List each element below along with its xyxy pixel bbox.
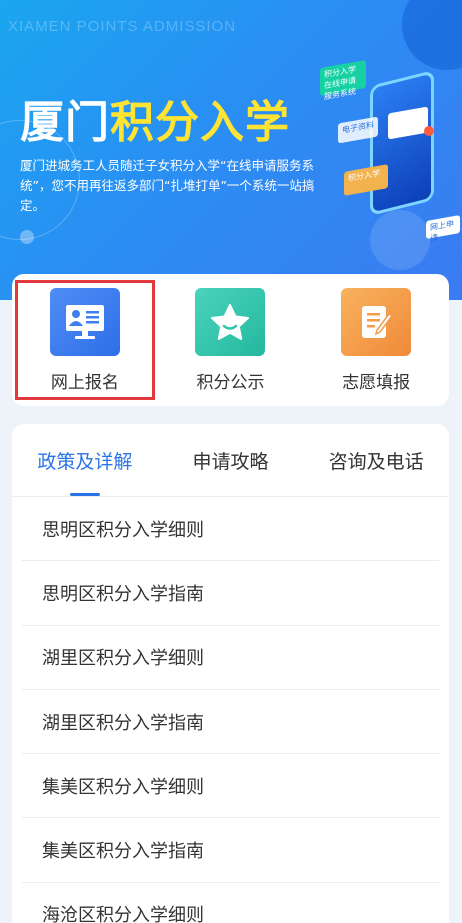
list-item[interactable]: 湖里区积分入学细则 [22,626,439,690]
quick-actions: 网上报名 积分公示 志愿填报 [12,274,449,406]
hero-description: 厦门进城务工人员随迁子女积分入学“在线申请服务系统”，您不用再往返多部门“扎堆打… [20,158,315,213]
title-part-city: 厦门 [20,97,110,148]
phone-illustration: 积分入学在线申请服务系统 电子资料 积分入学 网上申请 [310,50,460,243]
tab-policy[interactable]: 政策及详解 [12,424,158,496]
illustration-card: 积分入学在线申请服务系统 [320,59,366,101]
policy-list: 思明区积分入学细则 思明区积分入学指南 湖里区积分入学细则 湖里区积分入学指南 … [12,497,449,923]
illustration-card: 网上申请 [426,215,460,243]
tab-contact[interactable]: 咨询及电话 [303,424,449,496]
points-publicity-button[interactable]: 积分公示 [165,285,295,395]
list-item[interactable]: 海沧区积分入学细则 [22,883,439,923]
online-registration-button[interactable]: 网上报名 [14,280,155,400]
list-item[interactable]: 思明区积分入学细则 [22,497,439,562]
policy-panel: 政策及详解 申请攻略 咨询及电话 思明区积分入学细则 思明区积分入学指南 湖里区… [12,424,449,923]
volunteer-fill-label: 志愿填报 [342,372,411,393]
points-publicity-label: 积分公示 [196,372,265,393]
volunteer-fill-button[interactable]: 志愿填报 [311,285,441,395]
decor-dot [20,230,34,244]
tab-bar: 政策及详解 申请攻略 咨询及电话 [12,424,449,497]
title-part-highlight: 积分入学 [110,97,290,148]
phone-graphic [370,70,434,216]
star-icon [195,287,266,356]
page-title: 厦门积分入学 [20,86,290,150]
tab-guide[interactable]: 申请攻略 [158,424,304,496]
notification-dot [424,126,434,136]
form-edit-icon [341,287,412,356]
hero-tag: XIAMEN POINTS ADMISSION [8,18,237,35]
online-registration-label: 网上报名 [50,372,119,393]
list-item[interactable]: 湖里区积分入学指南 [22,690,439,755]
list-item[interactable]: 思明区积分入学指南 [22,561,439,626]
hero-banner: XIAMEN POINTS ADMISSION 厦门积分入学 厦门进城务工人员随… [0,0,462,300]
list-item[interactable]: 集美区积分入学细则 [22,754,439,819]
list-item[interactable]: 集美区积分入学指南 [22,818,439,883]
online-registration-icon [49,287,120,356]
